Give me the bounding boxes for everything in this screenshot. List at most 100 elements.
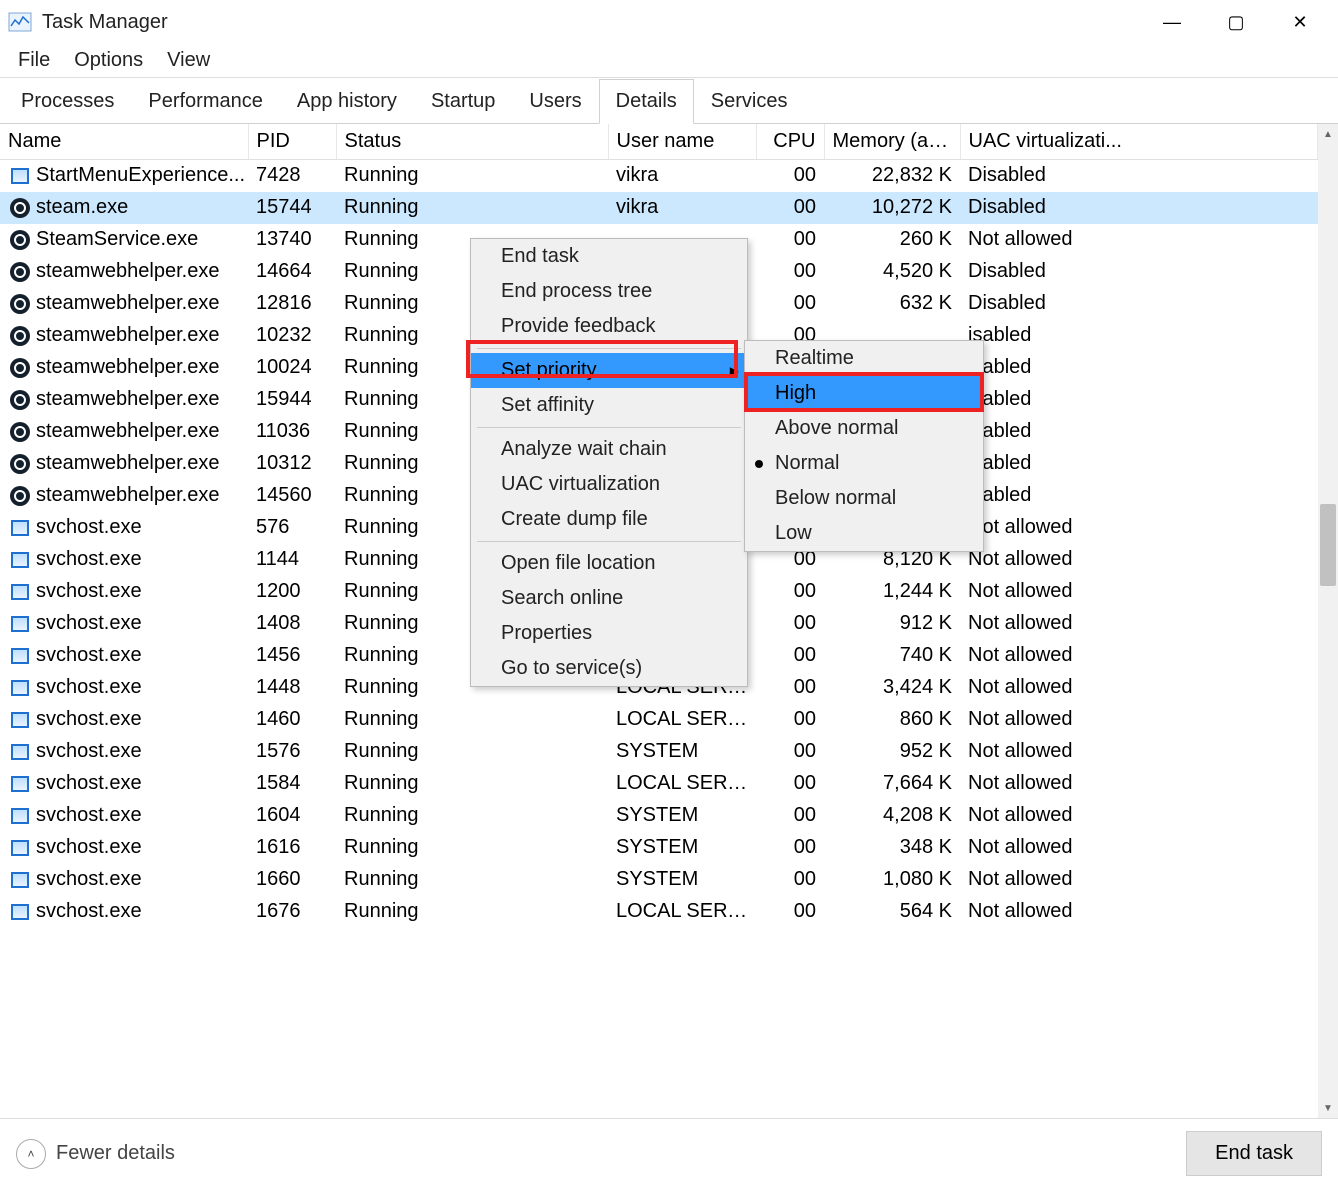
context-menu-item[interactable]: Open file location [471, 546, 747, 581]
context-menu-item[interactable]: Provide feedback [471, 309, 747, 344]
process-user: LOCAL SERV... [608, 768, 756, 800]
table-row[interactable]: steam.exe15744Runningvikra0010,272 KDisa… [0, 192, 1318, 224]
maximize-button[interactable]: ▢ [1204, 0, 1268, 44]
tab-users[interactable]: Users [512, 79, 598, 124]
process-pid: 1200 [248, 576, 336, 608]
tab-performance[interactable]: Performance [131, 79, 280, 124]
process-pid: 10312 [248, 448, 336, 480]
process-name: svchost.exe [36, 804, 142, 827]
process-status: Running [336, 192, 608, 224]
col-user[interactable]: User name [608, 124, 756, 160]
col-name-label: Name [8, 130, 61, 152]
menu-file[interactable]: File [8, 45, 60, 76]
col-pid[interactable]: PID [248, 124, 336, 160]
process-uac: Not allowed [960, 576, 1318, 608]
col-cpu[interactable]: CPU [756, 124, 824, 160]
scroll-down-icon[interactable]: ▼ [1318, 1098, 1338, 1118]
process-pid: 1144 [248, 544, 336, 576]
col-status[interactable]: Status [336, 124, 608, 160]
process-status: Running [336, 896, 608, 928]
tab-services[interactable]: Services [694, 79, 805, 124]
table-row[interactable]: svchost.exe1576RunningSYSTEM00952 KNot a… [0, 736, 1318, 768]
process-name: steam.exe [36, 196, 128, 219]
context-menu-item[interactable]: Properties [471, 616, 747, 651]
close-button[interactable]: ✕ [1268, 0, 1332, 44]
tab-processes[interactable]: Processes [4, 79, 131, 124]
process-status: Running [336, 832, 608, 864]
context-menu-item[interactable]: Create dump file [471, 502, 747, 537]
steam-icon [8, 358, 32, 378]
scroll-up-icon[interactable]: ▲ [1318, 124, 1338, 144]
table-row[interactable]: svchost.exe1460RunningLOCAL SERV...00860… [0, 704, 1318, 736]
tab-startup[interactable]: Startup [414, 79, 512, 124]
process-memory: 740 K [824, 640, 960, 672]
table-row[interactable]: svchost.exe1584RunningLOCAL SERV...007,6… [0, 768, 1318, 800]
context-menu-item[interactable]: Set affinity [471, 388, 747, 423]
col-name[interactable]: ˆName [0, 124, 248, 160]
context-menu-item[interactable]: End task [471, 239, 747, 274]
steam-icon [8, 454, 32, 474]
context-menu-item[interactable]: Analyze wait chain [471, 432, 747, 467]
process-status: Running [336, 864, 608, 896]
process-uac: isabled [960, 352, 1318, 384]
process-icon [8, 806, 32, 826]
menu-separator [477, 348, 741, 349]
process-user: SYSTEM [608, 736, 756, 768]
table-row[interactable]: svchost.exe1604RunningSYSTEM004,208 KNot… [0, 800, 1318, 832]
process-pid: 1460 [248, 704, 336, 736]
process-icon [8, 550, 32, 570]
process-uac: Not allowed [960, 864, 1318, 896]
process-user: SYSTEM [608, 832, 756, 864]
end-task-button[interactable]: End task [1186, 1131, 1322, 1176]
process-user: LOCAL SERV... [608, 704, 756, 736]
priority-menu-item[interactable]: Realtime [745, 341, 983, 376]
menu-separator [477, 541, 741, 542]
context-menu-item[interactable]: Search online [471, 581, 747, 616]
tab-app-history[interactable]: App history [280, 79, 414, 124]
table-row[interactable]: svchost.exe1616RunningSYSTEM00348 KNot a… [0, 832, 1318, 864]
process-pid: 1456 [248, 640, 336, 672]
process-name: steamwebhelper.exe [36, 260, 219, 283]
col-uac[interactable]: UAC virtualizati... [960, 124, 1318, 160]
process-cpu: 00 [756, 704, 824, 736]
tab-details[interactable]: Details [599, 79, 694, 124]
col-memory[interactable]: Memory (ac... [824, 124, 960, 160]
process-icon [8, 710, 32, 730]
table-row[interactable]: svchost.exe1676RunningLOCAL SERV...00564… [0, 896, 1318, 928]
process-name: svchost.exe [36, 740, 142, 763]
process-name: StartMenuExperience... [36, 164, 245, 187]
priority-menu-item[interactable]: Below normal [745, 481, 983, 516]
process-uac: Not allowed [960, 768, 1318, 800]
vertical-scrollbar[interactable]: ▲ ▼ [1318, 124, 1338, 1118]
priority-submenu[interactable]: RealtimeHighAbove normalNormalBelow norm… [744, 340, 984, 552]
table-row[interactable]: svchost.exe1660RunningSYSTEM001,080 KNot… [0, 864, 1318, 896]
context-menu-item[interactable]: End process tree [471, 274, 747, 309]
priority-menu-item[interactable]: Normal [745, 446, 983, 481]
process-pid: 14664 [248, 256, 336, 288]
priority-menu-item[interactable]: Low [745, 516, 983, 551]
menu-options[interactable]: Options [64, 45, 153, 76]
process-status: Running [336, 160, 608, 192]
context-menu-item[interactable]: Set priority▶ [471, 353, 747, 388]
process-icon [8, 646, 32, 666]
process-name: svchost.exe [36, 612, 142, 635]
process-icon [8, 774, 32, 794]
menu-view[interactable]: View [157, 45, 220, 76]
steam-icon [8, 262, 32, 282]
process-cpu: 00 [756, 768, 824, 800]
scroll-thumb[interactable] [1320, 504, 1336, 586]
process-uac: isabled [960, 448, 1318, 480]
context-menu-item[interactable]: UAC virtualization [471, 467, 747, 502]
fewer-details-toggle[interactable]: ˄ Fewer details [16, 1139, 175, 1169]
priority-menu-item[interactable]: High [745, 376, 983, 411]
priority-menu-item[interactable]: Above normal [745, 411, 983, 446]
process-user: LOCAL SERV... [608, 896, 756, 928]
context-menu[interactable]: End taskEnd process treeProvide feedback… [470, 238, 748, 687]
process-uac: Not allowed [960, 544, 1318, 576]
process-name: svchost.exe [36, 900, 142, 923]
process-pid: 10024 [248, 352, 336, 384]
context-menu-item[interactable]: Go to service(s) [471, 651, 747, 686]
minimize-button[interactable]: — [1140, 0, 1204, 44]
process-name: steamwebhelper.exe [36, 324, 219, 347]
table-row[interactable]: StartMenuExperience...7428Runningvikra00… [0, 160, 1318, 192]
